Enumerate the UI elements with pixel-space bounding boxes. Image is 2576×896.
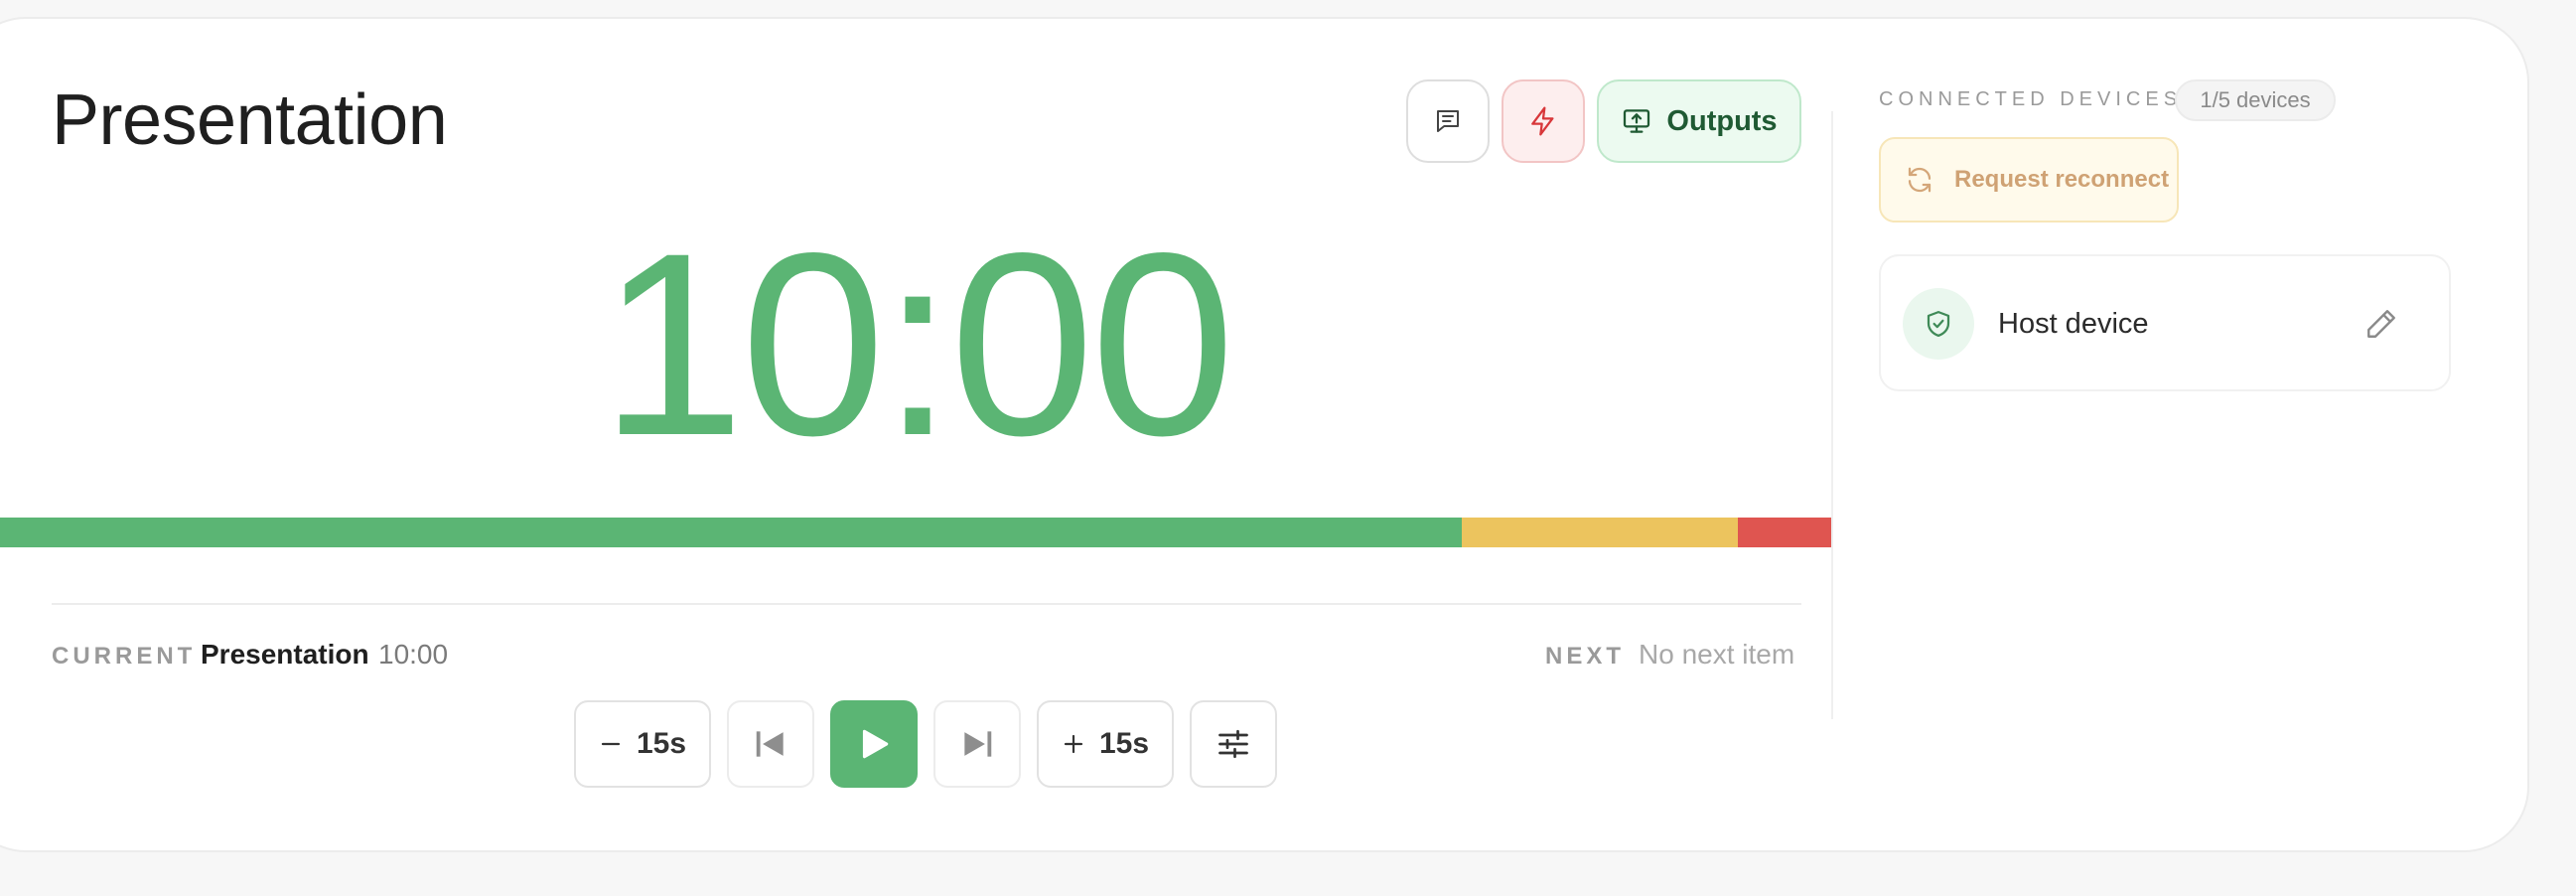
plus-icon — [1064, 734, 1083, 754]
timer-settings-button[interactable] — [1190, 700, 1277, 788]
skip-back-icon — [756, 731, 784, 757]
lightning-icon — [1531, 106, 1554, 136]
monitor-upload-icon — [1624, 109, 1650, 133]
next-label: NEXT — [1545, 643, 1626, 670]
play-button[interactable] — [830, 700, 918, 788]
device-name: Host device — [1998, 308, 2149, 340]
next-item-value: No next item — [1639, 639, 1795, 670]
device-item: Host device — [1879, 254, 2451, 391]
progress-bar — [0, 518, 1831, 547]
current-item-name: Presentation — [201, 639, 369, 670]
message-square-icon — [1437, 110, 1459, 132]
minus-icon — [601, 742, 621, 746]
previous-button[interactable] — [727, 700, 814, 788]
minus-15s-button[interactable]: 15s — [574, 700, 711, 788]
outputs-button[interactable]: Outputs — [1597, 79, 1801, 163]
connected-devices-label: CONNECTED DEVICES — [1879, 88, 2183, 110]
outputs-label: Outputs — [1666, 104, 1778, 137]
sliders-icon — [1218, 729, 1248, 759]
notes-button[interactable] — [1406, 79, 1490, 163]
current-item-time: 10:00 — [378, 639, 449, 670]
refresh-icon — [1908, 167, 1932, 193]
play-icon — [862, 729, 889, 759]
progress-segment-green — [0, 518, 1462, 547]
progress-segment-yellow — [1461, 518, 1738, 547]
current-label: CURRENT — [52, 643, 197, 670]
next-button[interactable] — [933, 700, 1021, 788]
divider — [52, 603, 1801, 605]
request-reconnect-label: Request reconnect — [1954, 166, 2170, 193]
plus-15s-button[interactable]: 15s — [1037, 700, 1174, 788]
pencil-icon — [2367, 310, 2395, 338]
request-reconnect-button[interactable]: Request reconnect — [1879, 137, 2179, 223]
page-title: Presentation — [52, 80, 448, 160]
minus-label: 15s — [636, 727, 687, 760]
shield-check-icon — [1927, 311, 1950, 337]
progress-segment-red — [1737, 518, 1831, 547]
flash-button[interactable] — [1502, 79, 1585, 163]
device-count-badge: 1/5 devices — [2175, 79, 2336, 121]
skip-forward-icon — [964, 731, 992, 757]
timer-display: 10:00 — [600, 199, 1235, 490]
edit-device-button[interactable] — [2363, 306, 2399, 347]
device-avatar — [1903, 288, 1974, 360]
plus-label: 15s — [1098, 727, 1150, 760]
divider — [1831, 111, 1833, 719]
